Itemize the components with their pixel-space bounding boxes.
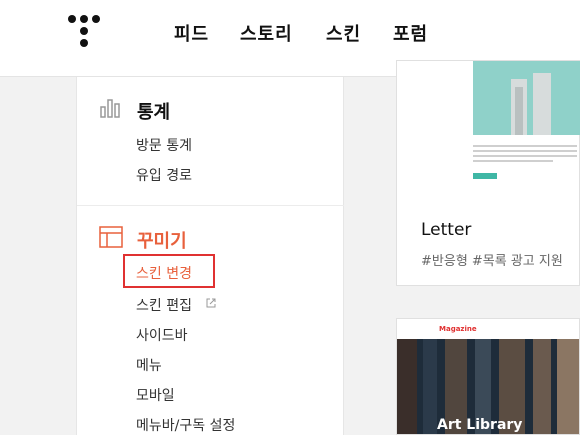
- menu-menu[interactable]: 메뉴: [136, 355, 162, 375]
- menu-sidebar[interactable]: 사이드바: [136, 325, 188, 345]
- admin-sidebar: 통계 방문 통계 유입 경로 꾸미기 스킨 변경 스킨 편집 사이드바 메뉴 모…: [76, 77, 344, 435]
- skin-label: Magazine: [439, 325, 477, 333]
- read-more-button: [473, 173, 497, 179]
- skin-card-letter[interactable]: Letter #반응형 #목록 광고 지원: [396, 60, 580, 286]
- menu-skin-change[interactable]: 스킨 변경: [136, 263, 192, 283]
- nav-skin[interactable]: 스킨: [326, 20, 361, 46]
- menu-mobile[interactable]: 모바일: [136, 385, 175, 405]
- nav-forum[interactable]: 포럼: [393, 20, 428, 46]
- skin-card-magazine[interactable]: Magazine Art Library: [396, 318, 580, 435]
- menu-referrer[interactable]: 유입 경로: [136, 165, 192, 185]
- section-title-decorate: 꾸미기: [137, 231, 187, 252]
- nav-story[interactable]: 스토리: [240, 20, 293, 46]
- skin-title: Art Library: [437, 417, 523, 433]
- menu-visit-stats[interactable]: 방문 통계: [136, 135, 192, 155]
- skin-thumbnail: Art Library: [397, 339, 579, 434]
- layout-icon: [99, 226, 123, 248]
- chart-bar-icon: [100, 99, 120, 118]
- section-divider: [77, 205, 344, 206]
- tistory-logo[interactable]: [68, 15, 102, 49]
- menu-menubar-subscribe[interactable]: 메뉴바/구독 설정: [136, 415, 235, 435]
- skin-title: Letter: [421, 220, 472, 240]
- nav-feed[interactable]: 피드: [174, 20, 209, 46]
- external-link-icon: [206, 298, 216, 308]
- section-title-stats: 통계: [137, 102, 171, 123]
- menu-skin-edit[interactable]: 스킨 편집: [136, 295, 192, 315]
- skin-thumbnail: [473, 61, 580, 135]
- skin-tags: #반응형 #목록 광고 지원: [421, 254, 563, 269]
